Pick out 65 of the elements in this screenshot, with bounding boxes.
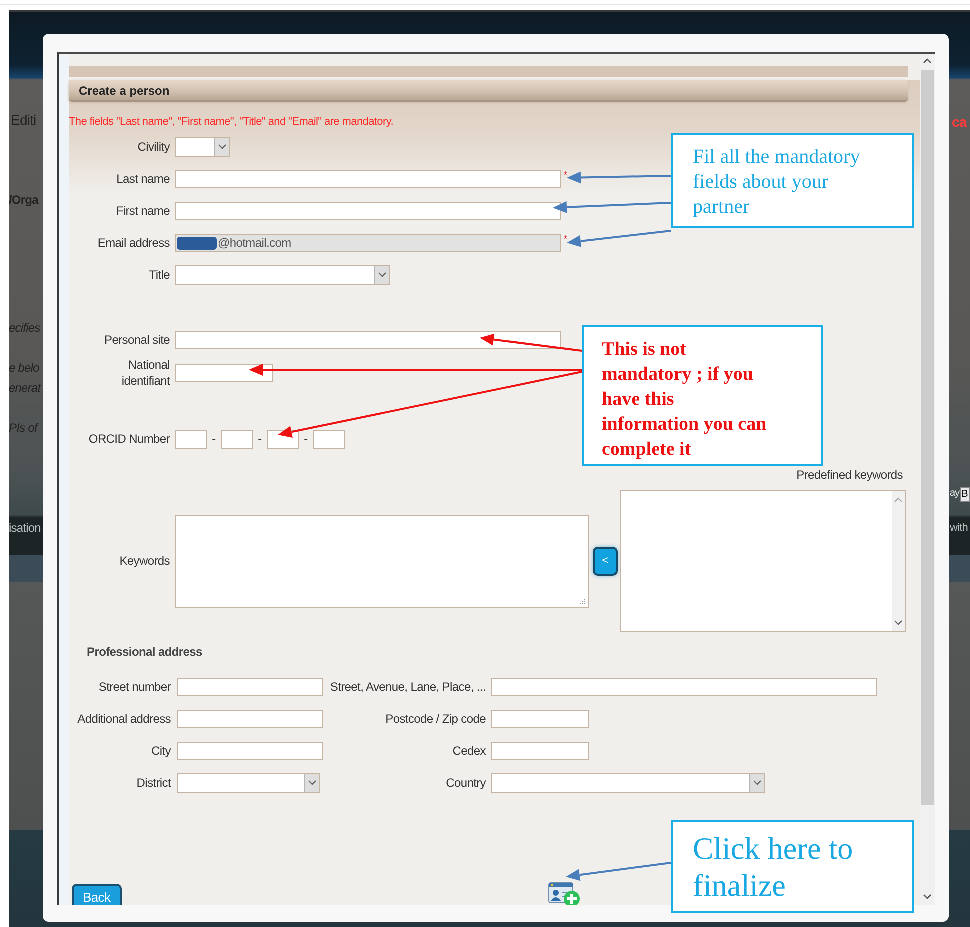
chevron-down-icon <box>749 774 764 792</box>
input-field[interactable] <box>175 364 273 382</box>
background-text: ecifies <box>9 320 40 337</box>
back-button[interactable]: Back <box>72 884 122 905</box>
field-label: Personal site <box>104 332 170 348</box>
list-label: Predefined keywords <box>796 468 903 482</box>
section-heading: Professional address <box>86 644 204 661</box>
field-label: District <box>136 775 171 791</box>
background-text: isation <box>9 520 41 537</box>
field-label: City <box>150 743 171 759</box>
separator-dash: - <box>303 432 309 446</box>
callout-text: Fil all the mandatory fields about your partner <box>693 145 862 220</box>
field-label: Email address <box>96 235 170 251</box>
input-field[interactable] <box>175 430 207 448</box>
input-field[interactable] <box>175 170 561 188</box>
input-field[interactable] <box>177 742 323 760</box>
scroll-down-icon[interactable] <box>894 620 903 626</box>
separator-dash: - <box>257 432 263 446</box>
field-label: Title <box>148 267 170 283</box>
field-label: First name <box>115 203 170 219</box>
field-label: Keywords <box>118 553 170 569</box>
input-field[interactable] <box>175 331 561 349</box>
input-field[interactable] <box>313 430 345 448</box>
input-field[interactable] <box>491 742 589 760</box>
background-text: Editi <box>10 111 36 130</box>
background-text: /Orga <box>9 192 38 209</box>
background-text: ay <box>950 487 960 501</box>
input-field[interactable] <box>221 430 253 448</box>
scrollbar-thumb[interactable] <box>921 70 934 805</box>
field-label: Civility <box>136 139 170 155</box>
scroll-down-icon[interactable] <box>923 894 932 900</box>
add-person-icon[interactable] <box>548 882 582 905</box>
text-area[interactable] <box>175 514 589 608</box>
field-label: Additional address <box>76 711 171 727</box>
background-text: with <box>950 521 968 536</box>
field-label: National identifiant <box>120 357 170 389</box>
dropdown[interactable] <box>175 137 230 157</box>
scroll-up-icon[interactable] <box>923 58 932 64</box>
dropdown[interactable] <box>177 773 320 793</box>
input-field[interactable] <box>177 678 323 696</box>
dialog-title: Create a person <box>69 80 908 102</box>
input-field[interactable] <box>177 710 323 728</box>
background-text: ca <box>951 113 967 132</box>
field-label: Street number <box>98 679 171 695</box>
required-mark: * <box>564 170 568 180</box>
mandatory-note: The fields "Last name", "First name", "Title" and "Email" are mandatory. <box>69 115 394 129</box>
callout-text: Click here to finalize <box>693 830 854 904</box>
dropdown[interactable] <box>491 773 765 793</box>
dropdown[interactable] <box>175 265 390 285</box>
input-field[interactable] <box>491 710 589 728</box>
input-field[interactable] <box>491 678 877 696</box>
chevron-down-icon <box>374 266 389 284</box>
move-left-button[interactable]: < <box>593 546 618 576</box>
field-label: Cedex <box>452 743 486 759</box>
required-mark: * <box>564 234 568 244</box>
separator-dash: - <box>211 432 217 446</box>
field-label: Postcode / Zip code <box>384 711 486 727</box>
field-label: ORCID Number <box>88 431 170 447</box>
field-label: Last name <box>116 171 170 187</box>
field-label: Country <box>445 775 486 791</box>
field-label: Street, Avenue, Lane, Place, ... <box>329 679 486 695</box>
chevron-down-icon <box>304 774 319 792</box>
input-field[interactable] <box>175 202 561 220</box>
chevron-down-icon <box>214 138 229 156</box>
callout-text: This is not mandatory ; if you have this information you can complete it <box>602 338 768 462</box>
